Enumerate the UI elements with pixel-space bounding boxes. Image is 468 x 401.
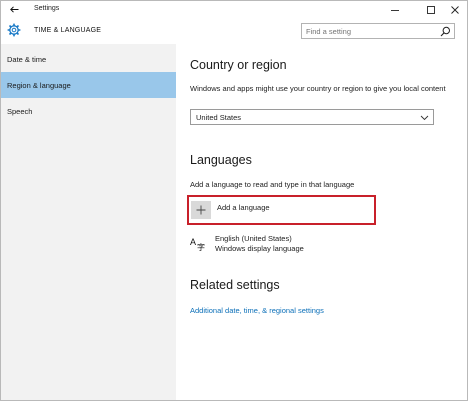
sidebar-item-region-language[interactable]: Region & language xyxy=(1,72,176,98)
window-title: Settings xyxy=(34,5,60,12)
language-icon: A 字 xyxy=(190,237,205,251)
languages-description: Add a language to read and type in that … xyxy=(190,180,355,189)
additional-settings-link[interactable]: Additional date, time, & regional settin… xyxy=(190,306,324,315)
main-content: Country or region Windows and apps might… xyxy=(176,44,467,400)
search-box[interactable] xyxy=(301,23,455,39)
country-dropdown[interactable]: United States xyxy=(190,109,434,125)
country-dropdown-value: United States xyxy=(196,113,242,122)
minimize-button[interactable] xyxy=(383,1,407,18)
back-button[interactable] xyxy=(6,1,22,18)
sidebar-item-label: Region & language xyxy=(7,80,71,90)
maximize-icon xyxy=(427,5,435,14)
language-entry-english[interactable]: A 字 English (United States) Windows disp… xyxy=(190,233,390,257)
country-heading: Country or region xyxy=(190,58,287,72)
page-header: TIME & LANGUAGE xyxy=(1,18,467,44)
minimize-icon xyxy=(391,9,399,11)
sidebar: Date & time Region & language Speech xyxy=(1,44,176,400)
title-bar: Settings xyxy=(1,1,467,18)
add-language-label: Add a language xyxy=(217,203,270,212)
language-detail: Windows display language xyxy=(215,244,304,253)
close-button[interactable] xyxy=(443,1,467,18)
search-input[interactable] xyxy=(306,26,434,36)
svg-text:字: 字 xyxy=(197,242,205,251)
gear-icon xyxy=(7,23,21,37)
sidebar-item-label: Date & time xyxy=(7,54,47,64)
chevron-down-icon xyxy=(420,115,429,121)
maximize-button[interactable] xyxy=(419,1,443,18)
country-description: Windows and apps might use your country … xyxy=(190,84,446,93)
languages-heading: Languages xyxy=(190,153,252,167)
sidebar-item-speech[interactable]: Speech xyxy=(1,98,176,124)
plus-icon-box xyxy=(191,201,211,219)
related-settings-heading: Related settings xyxy=(190,278,280,292)
language-name: English (United States) xyxy=(215,234,292,243)
plus-icon xyxy=(196,205,206,215)
search-icon[interactable] xyxy=(440,26,451,37)
section-title: TIME & LANGUAGE xyxy=(34,27,102,34)
back-arrow-icon xyxy=(9,6,18,13)
add-language-button[interactable]: Add a language xyxy=(187,195,376,225)
sidebar-item-date-time[interactable]: Date & time xyxy=(1,46,176,72)
sidebar-item-label: Speech xyxy=(7,106,33,116)
settings-window: Settings TIME & LANGUAGE Find a setting … xyxy=(0,0,468,401)
close-icon xyxy=(451,5,459,14)
svg-text:A: A xyxy=(190,237,196,247)
